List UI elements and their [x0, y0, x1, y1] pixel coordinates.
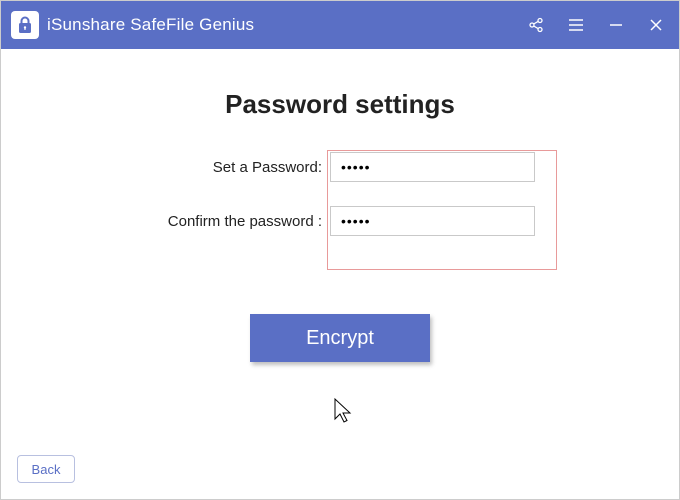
share-icon[interactable] — [527, 16, 545, 34]
back-button[interactable]: Back — [17, 455, 75, 483]
titlebar: iSunshare SafeFile Genius — [1, 1, 679, 49]
main-content: Password settings Set a Password: Confir… — [1, 49, 679, 499]
set-password-input[interactable] — [330, 152, 535, 182]
app-lock-icon — [11, 11, 39, 39]
set-password-row: Set a Password: — [120, 152, 560, 182]
confirm-password-label: Confirm the password : — [120, 213, 330, 230]
password-form: Set a Password: Confirm the password : — [120, 150, 560, 236]
minimize-icon[interactable] — [607, 16, 625, 34]
confirm-password-row: Confirm the password : — [120, 206, 560, 236]
confirm-password-input[interactable] — [330, 206, 535, 236]
menu-icon[interactable] — [567, 16, 585, 34]
close-icon[interactable] — [647, 16, 665, 34]
set-password-label: Set a Password: — [120, 159, 330, 176]
encrypt-button[interactable]: Encrypt — [250, 314, 430, 362]
page-title: Password settings — [41, 89, 639, 120]
window-controls — [527, 16, 665, 34]
app-title: iSunshare SafeFile Genius — [47, 15, 254, 35]
cursor-icon — [333, 397, 355, 425]
